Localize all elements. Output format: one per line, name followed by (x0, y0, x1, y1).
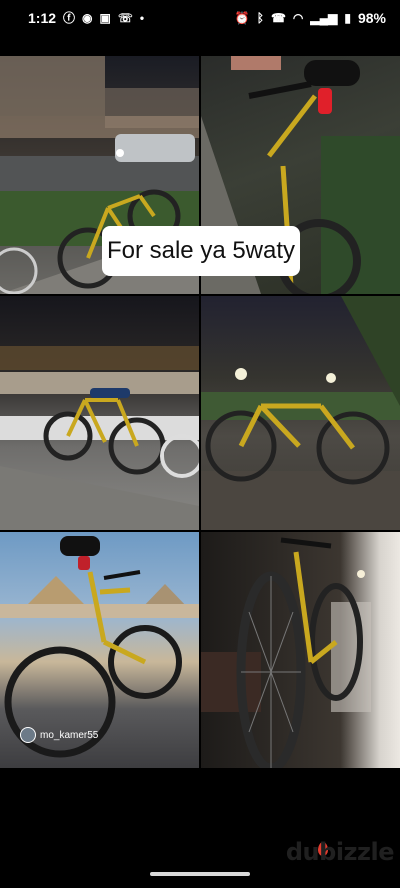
gesture-nav-handle[interactable] (150, 872, 250, 876)
alarm-icon: ⏰ (234, 11, 250, 25)
bluetooth-icon: ᛒ (256, 11, 264, 25)
photo-bike-roadside-night (0, 296, 199, 530)
status-time: 1:12 (28, 10, 57, 26)
photo-collage[interactable] (0, 56, 400, 768)
missed-call-icon: ☏ (117, 11, 133, 25)
battery-icon: ▮ (344, 11, 351, 25)
signal-icon: ▂▄▆ (310, 11, 338, 25)
watermark-username: mo_kamer55 (40, 729, 99, 741)
photo-bike-indoors (201, 532, 400, 768)
avatar (20, 727, 36, 743)
story-caption: For sale ya 5waty (102, 226, 300, 276)
wifi-icon: ◠ (292, 11, 304, 25)
photo-watermark: mo_kamer55 (20, 727, 98, 743)
instagram-icon: ▣ (99, 11, 111, 25)
dubizzle-watermark: dubizzle (285, 838, 395, 866)
battery-level: 98% (357, 10, 386, 26)
dot-icon: • (139, 11, 145, 25)
status-bar: 1:12 ⓕ ◉ ▣ ☏ • ⏰ ᛒ ☎ ◠ ▂▄▆ ▮ 98% (0, 0, 400, 36)
wifi-call-icon: ☎ (270, 11, 286, 25)
photo-bike-side-night (201, 296, 400, 530)
facebook-icon: ⓕ (63, 11, 76, 25)
snapchat-icon: ◉ (82, 11, 93, 25)
